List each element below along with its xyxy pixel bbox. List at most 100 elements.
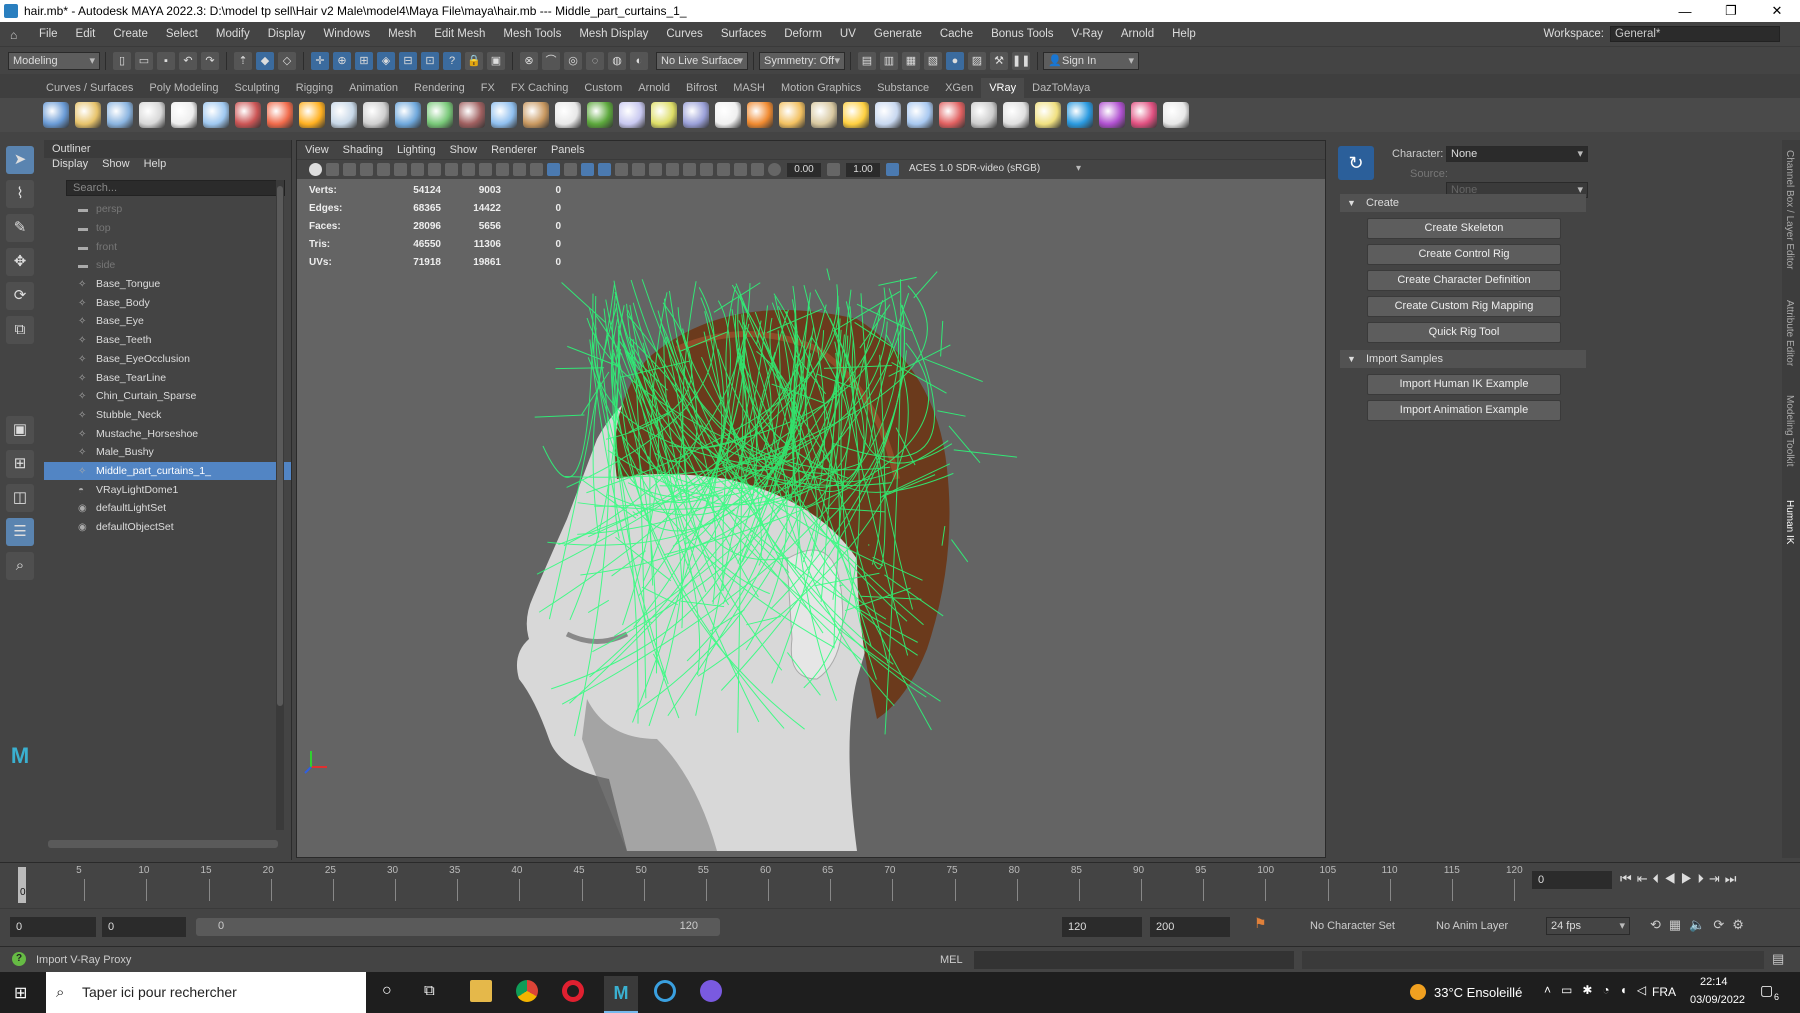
viewport-panel[interactable]: View Shading Lighting Show Renderer Pane… bbox=[296, 140, 1326, 858]
vray-shelf-tool-icon[interactable] bbox=[1131, 102, 1157, 128]
menu-uv[interactable]: UV bbox=[831, 28, 865, 40]
select-by-object-icon[interactable]: ◆ bbox=[256, 51, 274, 70]
open-scene-icon[interactable]: ▭ bbox=[135, 51, 153, 70]
select-camera-icon[interactable] bbox=[309, 163, 322, 176]
step-back-frame-icon[interactable]: ⏴ bbox=[1653, 871, 1665, 886]
menu-vray[interactable]: V-Ray bbox=[1063, 28, 1112, 40]
menu-deform[interactable]: Deform bbox=[775, 28, 831, 40]
outliner-item[interactable]: ▬ side bbox=[44, 256, 291, 275]
vray-shelf-tool-icon[interactable] bbox=[939, 102, 965, 128]
sign-in-dropdown[interactable]: 👤 Sign In bbox=[1043, 51, 1139, 70]
two-view-layout-icon[interactable]: ◫ bbox=[6, 484, 34, 512]
use-all-lights-icon[interactable] bbox=[615, 163, 628, 176]
menu-mesh[interactable]: Mesh bbox=[379, 28, 425, 40]
outliner-item[interactable]: ✧ Base_EyeOcclusion bbox=[44, 350, 291, 369]
clock-date[interactable]: 03/09/2022 bbox=[1690, 994, 1745, 1006]
script-language-toggle[interactable]: MEL bbox=[940, 954, 963, 966]
outliner-item[interactable]: ✧ Base_Tongue bbox=[44, 275, 291, 294]
windows-start-icon[interactable]: ⊞ bbox=[14, 983, 27, 1003]
select-curve-icon[interactable]: ⊟ bbox=[399, 51, 417, 70]
gate-mask-icon[interactable] bbox=[462, 163, 475, 176]
tab-modeling-toolkit[interactable]: Modeling Toolkit bbox=[1784, 395, 1795, 467]
create-section-header[interactable]: Create bbox=[1340, 194, 1586, 212]
shelf-tab-bifrost[interactable]: Bifrost bbox=[678, 78, 725, 98]
play-forward-icon[interactable]: ▶ bbox=[1681, 871, 1698, 886]
lock-selection-icon[interactable]: 🔒 bbox=[465, 51, 483, 70]
maximize-button[interactable]: ❐ bbox=[1708, 3, 1754, 19]
c-app-icon[interactable] bbox=[654, 980, 676, 1002]
outliner-item[interactable]: ▬ top bbox=[44, 219, 291, 238]
viewport-menu-shading[interactable]: Shading bbox=[343, 141, 383, 159]
safe-action-icon[interactable] bbox=[496, 163, 509, 176]
rotate-tool-icon[interactable]: ⟳ bbox=[6, 282, 34, 310]
vray-shelf-tool-icon[interactable] bbox=[395, 102, 421, 128]
menu-edit-mesh[interactable]: Edit Mesh bbox=[425, 28, 494, 40]
menu-select[interactable]: Select bbox=[157, 28, 207, 40]
menu-create[interactable]: Create bbox=[104, 28, 157, 40]
vray-shelf-tool-icon[interactable] bbox=[235, 102, 261, 128]
snap-surface-icon[interactable]: ◍ bbox=[608, 51, 626, 70]
scene-render[interactable] bbox=[297, 179, 1325, 857]
search-icon[interactable]: ⌕ bbox=[6, 552, 34, 580]
shelf-tab-rendering[interactable]: Rendering bbox=[406, 78, 473, 98]
outliner-layout-icon[interactable]: ☰ bbox=[6, 518, 34, 546]
menu-edit[interactable]: Edit bbox=[67, 28, 105, 40]
color-management-icon[interactable] bbox=[886, 163, 899, 176]
go-to-start-icon[interactable]: ⏮ bbox=[1620, 871, 1637, 886]
vray-shelf-tool-icon[interactable] bbox=[427, 102, 453, 128]
key-ticks-icon[interactable]: ▦ bbox=[1669, 917, 1689, 932]
redo-icon[interactable]: ↷ bbox=[201, 51, 219, 70]
vray-shelf-tool-icon[interactable] bbox=[171, 102, 197, 128]
loop-icon[interactable]: ⟲ bbox=[1650, 917, 1669, 932]
view-transform-dropdown[interactable]: ACES 1.0 SDR-video (sRGB) bbox=[905, 162, 1085, 177]
close-button[interactable]: ✕ bbox=[1754, 3, 1800, 19]
create-custom-rig-mapping-button[interactable]: Create Custom Rig Mapping bbox=[1367, 296, 1561, 317]
xray-joints-icon[interactable] bbox=[751, 163, 764, 176]
move-tool-icon[interactable]: ✥ bbox=[6, 248, 34, 276]
anim-layer-dropdown[interactable]: No Anim Layer bbox=[1436, 920, 1508, 932]
select-by-hierarchy-icon[interactable]: ⇡ bbox=[234, 51, 252, 70]
vray-shelf-tool-icon[interactable] bbox=[875, 102, 901, 128]
cache-icon[interactable]: ⟳ bbox=[1713, 917, 1732, 932]
vray-shelf-tool-icon[interactable] bbox=[267, 102, 293, 128]
create-control-rig-button[interactable]: Create Control Rig bbox=[1367, 244, 1561, 265]
file-explorer-icon[interactable] bbox=[470, 980, 492, 1002]
snap-view-plane-icon[interactable]: ◌ bbox=[586, 51, 604, 70]
symmetry-dropdown[interactable]: Symmetry: Off bbox=[759, 51, 845, 70]
shelf-tab-fx[interactable]: FX bbox=[473, 78, 503, 98]
viewport-menu-lighting[interactable]: Lighting bbox=[397, 141, 436, 159]
quick-rig-tool-button[interactable]: Quick Rig Tool bbox=[1367, 322, 1561, 343]
viewport-menu-show[interactable]: Show bbox=[450, 141, 478, 159]
tab-human-ik[interactable]: Human IK bbox=[1784, 500, 1795, 544]
smooth-shade-icon[interactable] bbox=[547, 163, 560, 176]
2d-pan-zoom-icon[interactable] bbox=[377, 163, 390, 176]
outliner-item[interactable]: ✧ Stubble_Neck bbox=[44, 406, 291, 425]
vray-shelf-tool-icon[interactable] bbox=[971, 102, 997, 128]
anti-aliasing-icon[interactable] bbox=[683, 163, 696, 176]
menu-curves[interactable]: Curves bbox=[657, 28, 711, 40]
character-dropdown[interactable]: None bbox=[1446, 146, 1588, 162]
render-view-icon[interactable]: ▤ bbox=[858, 51, 876, 70]
gamma-field[interactable]: 1.00 bbox=[846, 162, 880, 177]
menu-bonus-tools[interactable]: Bonus Tools bbox=[982, 28, 1062, 40]
import-samples-section-header[interactable]: Import Samples bbox=[1340, 350, 1586, 368]
new-scene-icon[interactable]: ▯ bbox=[113, 51, 131, 70]
range-slider-bar[interactable]: 0 120 bbox=[196, 918, 720, 936]
outliner-item[interactable]: ✧ Base_Teeth bbox=[44, 331, 291, 350]
film-gate-icon[interactable] bbox=[428, 163, 441, 176]
shelf-tab-custom[interactable]: Custom bbox=[576, 78, 630, 98]
snap-vertex-icon[interactable]: ◐ bbox=[630, 51, 648, 70]
bookmarks-icon[interactable] bbox=[343, 163, 356, 176]
menu-cache[interactable]: Cache bbox=[931, 28, 982, 40]
motion-blur-icon[interactable] bbox=[666, 163, 679, 176]
shelf-tab-vray[interactable]: VRay bbox=[981, 78, 1025, 98]
humanik-logo-icon[interactable]: ↻ bbox=[1338, 146, 1374, 180]
taskbar-search-input[interactable]: ⌕ Taper ici pour rechercher bbox=[46, 972, 366, 1013]
screen-space-ao-icon[interactable] bbox=[649, 163, 662, 176]
vray-shelf-tool-icon[interactable] bbox=[587, 102, 613, 128]
shelf-tab-sculpting[interactable]: Sculpting bbox=[227, 78, 288, 98]
default-material-icon[interactable] bbox=[564, 163, 577, 176]
sound-icon[interactable]: 🔈 bbox=[1689, 917, 1713, 932]
timeline-ruler[interactable]: 5 10 15 20 25 30 35 40 45 50 55 60 65 70 75 80 85 90 95 100… bbox=[22, 865, 1523, 905]
shelf-tab-animation[interactable]: Animation bbox=[341, 78, 406, 98]
